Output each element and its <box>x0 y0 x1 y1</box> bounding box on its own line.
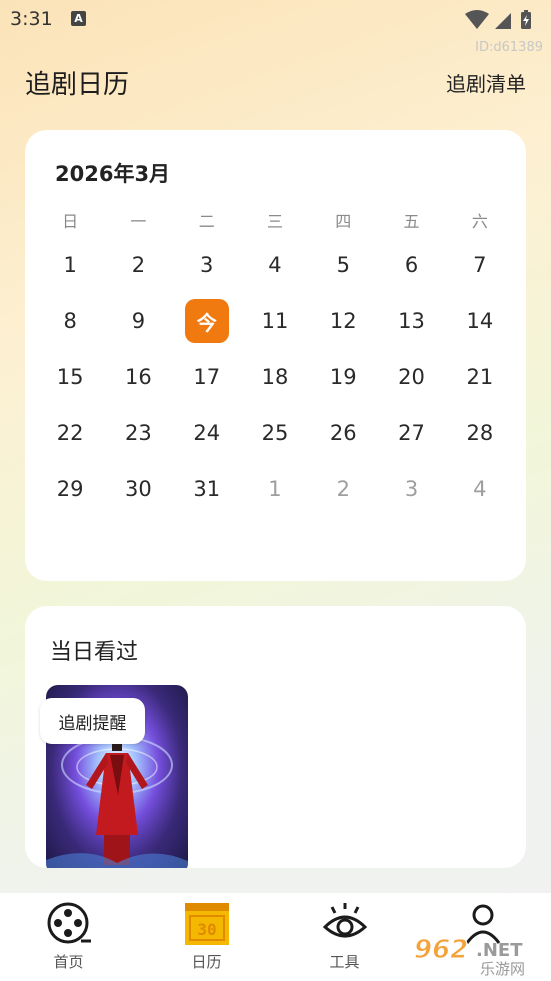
calendar-day[interactable]: 15 <box>36 354 104 400</box>
calendar-day[interactable]: 17 <box>173 354 241 400</box>
tab-home-label: 首页 <box>53 953 84 971</box>
calendar-day[interactable]: 31 <box>173 466 241 512</box>
tab-tools[interactable]: 工具 <box>276 893 413 981</box>
calendar-day[interactable]: 14 <box>446 298 514 344</box>
today-badge: 今 <box>184 299 229 343</box>
calendar-day[interactable]: 22 <box>36 410 104 456</box>
svg-text:乐游网: 乐游网 <box>480 960 525 976</box>
month-label[interactable]: 2026年3月 <box>55 158 170 188</box>
page-title: 追剧日历 <box>25 70 130 100</box>
calendar-day[interactable]: 9 <box>104 298 172 344</box>
status-time: 3:31 <box>10 8 53 30</box>
film-reel-icon <box>45 899 93 947</box>
calendar-day-next-month[interactable]: 2 <box>309 466 377 512</box>
calendar-day[interactable]: 11 <box>241 298 309 344</box>
calendar-day-next-month[interactable]: 4 <box>446 466 514 512</box>
calendar-day-next-month[interactable]: 1 <box>241 466 309 512</box>
watch-list-link[interactable]: 追剧清单 <box>446 68 526 97</box>
week-row: 1 2 3 4 5 6 7 <box>36 242 514 298</box>
calendar-day[interactable]: 2 <box>104 242 172 288</box>
calendar-day[interactable]: 21 <box>446 354 514 400</box>
calendar-day[interactable]: 5 <box>309 242 377 288</box>
weekday-label: 五 <box>403 212 420 231</box>
weekday-label: 二 <box>198 212 215 231</box>
calendar-day[interactable]: 3 <box>173 242 241 288</box>
calendar-day[interactable]: 19 <box>309 354 377 400</box>
weekday-label: 日 <box>62 212 79 231</box>
calendar-day[interactable]: 25 <box>241 410 309 456</box>
calendar-day[interactable]: 24 <box>173 410 241 456</box>
watched-today-title: 当日看过 <box>50 640 139 665</box>
week-row: 8 9 今 11 12 13 14 <box>36 298 514 354</box>
wifi-icon <box>465 10 489 29</box>
week-row: 15 16 17 18 19 20 21 <box>36 354 514 410</box>
calendar-day[interactable]: 1 <box>36 242 104 288</box>
tab-tools-label: 工具 <box>329 953 360 971</box>
battery-icon <box>521 10 531 29</box>
calendar-day[interactable]: 28 <box>446 410 514 456</box>
calendar-day[interactable]: 13 <box>377 298 445 344</box>
week-row: 29 30 31 1 2 3 4 <box>36 466 514 522</box>
tab-calendar[interactable]: 30 日历 <box>138 893 275 981</box>
calendar-day[interactable]: 30 <box>104 466 172 512</box>
calendar-icon: 30 <box>183 899 231 947</box>
calendar-day[interactable]: 4 <box>241 242 309 288</box>
notification-a-icon: A <box>71 11 86 26</box>
weekday-header: 日 一 二 三 四 五 六 <box>36 208 514 232</box>
drama-reminder-button[interactable]: 追剧提醒 <box>40 698 145 744</box>
weekday-label: 一 <box>130 212 147 231</box>
calendar-day[interactable]: 6 <box>377 242 445 288</box>
calendar-day[interactable]: 26 <box>309 410 377 456</box>
calendar-day[interactable]: 7 <box>446 242 514 288</box>
watermark-logo: 962 .NET 乐游网 <box>410 932 545 979</box>
calendar-day[interactable]: 16 <box>104 354 172 400</box>
tab-calendar-label: 日历 <box>191 953 222 971</box>
svg-text:.NET: .NET <box>476 940 523 961</box>
calendar-day[interactable]: 27 <box>377 410 445 456</box>
tab-home[interactable]: 首页 <box>0 893 137 981</box>
calendar-day[interactable]: 23 <box>104 410 172 456</box>
status-bar: 3:31 A <box>0 0 551 40</box>
calendar-card: 2026年3月 日 一 二 三 四 五 六 1 2 3 4 5 6 7 8 9 … <box>25 130 526 581</box>
signal-icon <box>495 13 511 29</box>
calendar-day[interactable]: 20 <box>377 354 445 400</box>
calendar-day[interactable]: 8 <box>36 298 104 344</box>
svg-text:30: 30 <box>197 920 216 939</box>
calendar-day[interactable]: 18 <box>241 354 309 400</box>
calendar-day-today[interactable]: 今 <box>173 298 241 344</box>
weekday-label: 四 <box>335 212 352 231</box>
status-icons <box>461 8 541 36</box>
weekday-label: 三 <box>266 212 283 231</box>
weekday-label: 六 <box>471 212 488 231</box>
calendar-day[interactable]: 12 <box>309 298 377 344</box>
eye-icon <box>321 899 369 947</box>
svg-text:962: 962 <box>414 935 468 965</box>
watermark-id: ID:d61389 <box>475 40 543 55</box>
calendar-grid: 1 2 3 4 5 6 7 8 9 今 11 12 13 14 15 16 17… <box>36 242 514 522</box>
calendar-day-next-month[interactable]: 3 <box>377 466 445 512</box>
week-row: 22 23 24 25 26 27 28 <box>36 410 514 466</box>
calendar-day[interactable]: 29 <box>36 466 104 512</box>
